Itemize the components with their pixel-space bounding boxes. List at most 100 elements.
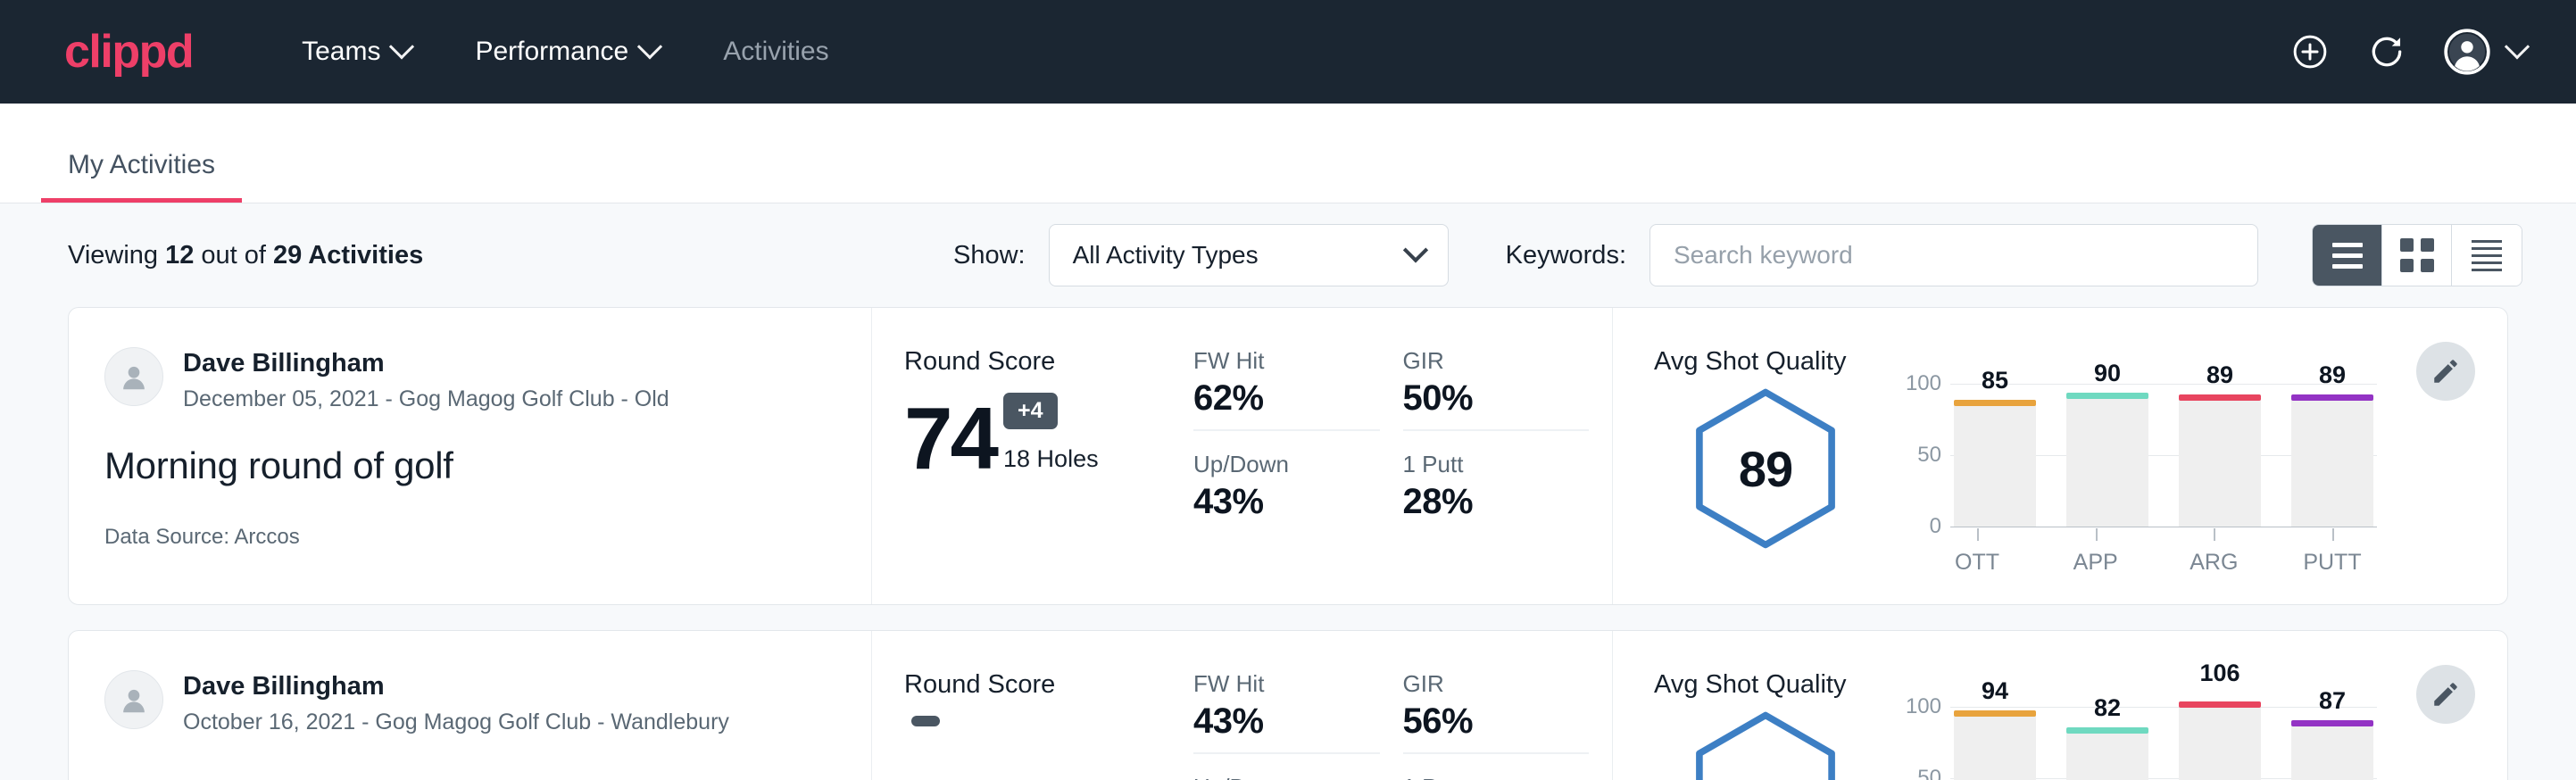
viewing-count: 12: [165, 241, 194, 270]
chart-y-axis: 050100: [1895, 707, 1950, 780]
edit-activity-button[interactable]: [2416, 665, 2475, 724]
tab-my-activities[interactable]: My Activities: [41, 152, 242, 203]
activity-type-select-value: All Activity Types: [1073, 241, 1259, 270]
stat-gir: GIR 56%: [1403, 670, 1590, 754]
chart-bar-value-label: 90: [2094, 360, 2121, 387]
user-avatar-icon: [2444, 29, 2490, 75]
chart-bar-body: [2179, 400, 2261, 527]
plus-circle-icon[interactable]: [2290, 32, 2330, 71]
chart-bar: 90: [2066, 384, 2148, 527]
chevron-down-icon: [637, 34, 662, 59]
stat-1-putt-value: 28%: [1403, 482, 1586, 522]
viewing-prefix: Viewing: [68, 241, 165, 270]
chart-bar-value-label: 94: [1982, 677, 2008, 705]
stat-fw-hit-value: 43%: [1193, 701, 1353, 742]
player-identity: Dave Billingham December 05, 2021 - Gog …: [104, 347, 835, 412]
nav-item-activities-label: Activities: [723, 37, 828, 67]
activity-card[interactable]: Dave Billingham December 05, 2021 - Gog …: [68, 307, 2508, 605]
round-score-value-row: [904, 716, 1193, 748]
stat-up-down: Up/Down: [1193, 754, 1403, 780]
chart-bar-cap: [2066, 393, 2148, 399]
chart-plot-area: 85908989: [1950, 384, 2377, 527]
chart-bar-cap: [1954, 710, 2036, 717]
chart-bar-body: [1954, 405, 2036, 527]
chart-bar-cap: [2291, 720, 2373, 726]
stat-1-putt-label: 1 Putt: [1403, 451, 1586, 478]
stat-gir: GIR 50%: [1403, 347, 1590, 431]
activity-type-select[interactable]: All Activity Types: [1049, 224, 1449, 286]
player-name: Dave Billingham: [183, 347, 669, 379]
compact-list-icon: [2472, 240, 2502, 271]
player-name: Dave Billingham: [183, 670, 729, 702]
user-menu[interactable]: [2444, 29, 2526, 75]
chart-x-labels: OTTAPPARGPUTT: [1932, 527, 2377, 576]
chart-bars: 85908989: [1950, 384, 2377, 527]
chart-bar: 82: [2066, 707, 2148, 780]
shot-quality-hexagon: 89: [1654, 384, 1877, 553]
chart-bar-value-label: 89: [2319, 361, 2346, 389]
avatar: [104, 670, 163, 729]
chart-bar-body: [2066, 733, 2148, 780]
chart-x-tick-mark: [2096, 528, 2098, 541]
avg-shot-quality-column: Avg Shot Quality 89 050100 85908989 OTT: [1613, 308, 2507, 604]
filter-controls: Show: All Activity Types Keywords:: [953, 224, 2522, 286]
chart-bar-cap: [2066, 727, 2148, 734]
keywords-label: Keywords:: [1506, 241, 1626, 270]
clippd-logo[interactable]: clippd: [64, 29, 193, 75]
compact-view-button[interactable]: [2452, 225, 2522, 286]
top-navigation-bar: clippd Teams Performance Activities: [0, 0, 2576, 104]
round-score-column: Round Score: [872, 631, 1193, 780]
chart-y-axis: 050100: [1895, 384, 1950, 527]
round-score-label: Round Score: [904, 670, 1193, 700]
chevron-down-icon: [2505, 34, 2530, 59]
pencil-icon: [2431, 356, 2461, 386]
chart-plot-area: 948210687: [1950, 707, 2377, 780]
chart-bar-body: [2066, 398, 2148, 527]
shot-quality-bar-chart: 050100 85908989 OTTAPPARGPUTT: [1877, 384, 2377, 527]
chart-y-tick-label: 100: [1906, 694, 1941, 719]
stat-fw-hit-label: FW Hit: [1193, 670, 1353, 698]
avg-shot-quality-label: Avg Shot Quality: [1654, 347, 2507, 377]
nav-item-activities[interactable]: Activities: [691, 37, 860, 67]
chevron-down-icon: [389, 34, 414, 59]
chart-bar: 89: [2179, 384, 2261, 527]
activity-meta: December 05, 2021 - Gog Magog Golf Club …: [183, 386, 669, 412]
activity-summary-column: Dave Billingham December 05, 2021 - Gog …: [69, 308, 872, 604]
stats-column: FW Hit 43% GIR 56% Up/Down 1 Putt: [1193, 631, 1613, 780]
stat-gir-value: 50%: [1403, 378, 1563, 419]
activity-summary-column: Dave Billingham October 16, 2021 - Gog M…: [69, 631, 872, 780]
stat-fw-hit: FW Hit 43%: [1193, 670, 1380, 754]
nav-item-teams-label: Teams: [302, 37, 380, 67]
chart-bar-body: [1954, 716, 2036, 780]
stat-1-putt: 1 Putt 28%: [1403, 431, 1613, 522]
round-score-value: 74: [904, 398, 996, 478]
viewing-summary: Viewing 12 out of 29 Activities: [68, 241, 423, 270]
shot-quality-hexagon: [1654, 707, 1877, 780]
nav-item-teams[interactable]: Teams: [270, 37, 443, 67]
chart-bar-cap: [2179, 394, 2261, 401]
chart-bar-body: [2291, 726, 2373, 780]
activity-card[interactable]: Dave Billingham October 16, 2021 - Gog M…: [68, 630, 2508, 780]
chart-y-tick-label: 50: [1917, 766, 1941, 780]
list-view-button[interactable]: [2313, 225, 2382, 286]
chart-bar-cap: [2179, 701, 2261, 708]
stat-up-down-label: Up/Down: [1193, 774, 1376, 780]
grid-icon: [2400, 238, 2434, 272]
stat-up-down: Up/Down 43%: [1193, 431, 1403, 522]
grid-view-button[interactable]: [2382, 225, 2452, 286]
stat-fw-hit-value: 62%: [1193, 378, 1353, 419]
chart-bars: 948210687: [1950, 707, 2377, 780]
score-to-par-badge: [911, 716, 940, 726]
edit-activity-button[interactable]: [2416, 342, 2475, 401]
stats-column: FW Hit 62% GIR 50% Up/Down 43% 1 Putt 28…: [1193, 308, 1613, 604]
search-input[interactable]: [1649, 224, 2258, 286]
refresh-icon[interactable]: [2367, 32, 2406, 71]
score-to-par-badge: +4: [1003, 393, 1058, 429]
chart-x-tick-mark: [1977, 528, 1979, 541]
data-source-label: Data Source: Arccos: [104, 525, 835, 550]
avg-shot-quality-value: 89: [1739, 440, 1792, 498]
nav-item-performance[interactable]: Performance: [443, 37, 691, 67]
list-icon: [2332, 243, 2363, 269]
stat-gir-label: GIR: [1403, 670, 1563, 698]
chart-x-tick-label: APP: [2055, 527, 2137, 576]
